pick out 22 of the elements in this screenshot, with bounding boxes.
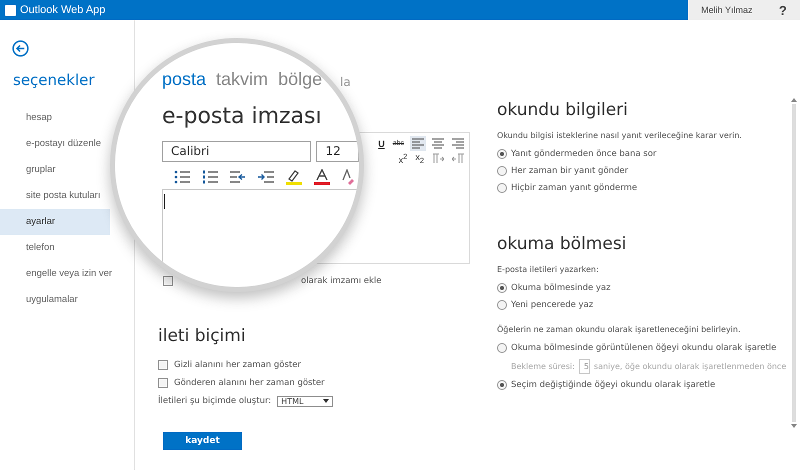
section-description: Okundu bilgisi isteklerine nasıl yanıt verileceğine karar verin. (497, 131, 743, 140)
section-description: Öğelerin ne zaman okundu olarak işaretleneceğini belirleyin. (497, 325, 742, 334)
section-heading: ileti biçimi (158, 326, 247, 346)
field-hint: saniye, öğe okundu olarak işaretlenmeden önce (594, 362, 786, 370)
radio-label: Okuma bölmesinde yaz (511, 282, 611, 292)
section-heading: okundu bilgileri (497, 100, 629, 120)
section-heading: e-posta imzası (162, 104, 323, 129)
radio-label: Hiçbir zaman yanıt gönderme (511, 182, 638, 192)
radio-label: Yanıt göndermeden önce bana sor (511, 148, 656, 158)
field-label: İletileri şu biçimde oluştur: (158, 396, 272, 406)
checkbox-label: Gönderen alanını her zaman göster (174, 378, 325, 388)
section-description: E-posta iletileri yazarken: (497, 265, 600, 274)
sidebar-title: seçenekler (13, 71, 96, 89)
checkbox-label: Gizli alanını her zaman göster (174, 360, 301, 370)
section-heading: okuma bölmesi (497, 234, 628, 254)
radio-label: Okuma bölmesinde görüntülenen öğeyi okundu olarak işaretle (511, 342, 776, 352)
radio-label: Seçim değiştiğinde öğeyi okundu olarak işaretle (511, 380, 716, 390)
field-label: Bekleme süresi: (511, 362, 575, 370)
radio-label: Her zaman bir yanıt gönder (511, 166, 628, 176)
radio-label: Yeni pencerede yaz (511, 300, 594, 310)
app-title: Outlook Web App (20, 4, 106, 16)
checkbox-label: olarak imzamı ekle (301, 276, 382, 286)
